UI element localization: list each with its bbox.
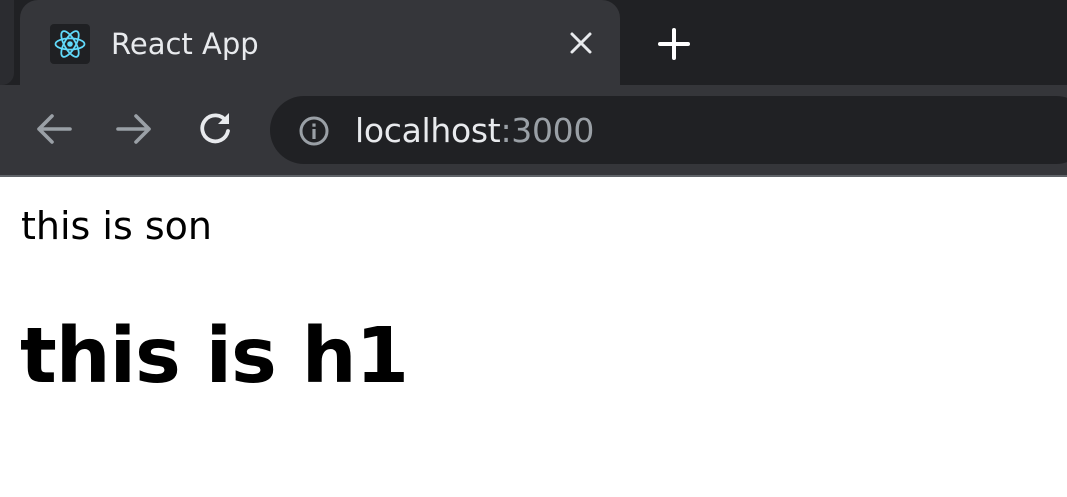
browser-toolbar: localhost:3000	[0, 85, 1067, 176]
plus-icon[interactable]	[654, 26, 694, 62]
arrow-left-icon[interactable]	[34, 109, 74, 149]
close-icon[interactable]	[566, 28, 596, 58]
son-paragraph: this is son	[21, 204, 212, 248]
url-text[interactable]: localhost:3000	[355, 110, 594, 150]
tab-title: React App	[111, 27, 259, 61]
page-content: this is son this is h1	[0, 177, 1067, 497]
tab-strip: React App	[0, 0, 1067, 86]
browser-chrome: React App localhost:3000	[0, 0, 1067, 177]
info-icon[interactable]	[297, 114, 331, 148]
page-heading: this is h1	[20, 312, 409, 401]
url-port: :3000	[500, 110, 595, 150]
url-host: localhost	[355, 110, 501, 150]
address-bar[interactable]: localhost:3000	[270, 96, 1067, 164]
arrow-right-icon[interactable]	[114, 109, 154, 149]
tab-react-app[interactable]: React App	[20, 0, 620, 86]
reload-icon[interactable]	[195, 109, 235, 149]
react-logo-icon	[50, 24, 90, 64]
tab-edge	[0, 0, 14, 85]
